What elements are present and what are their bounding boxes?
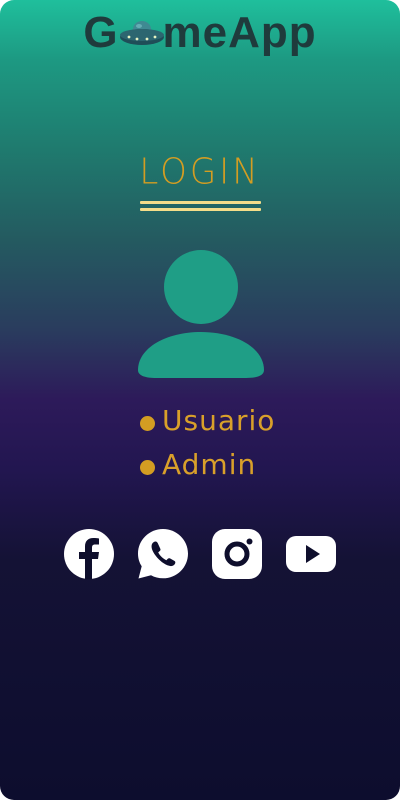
whatsapp-icon[interactable]	[137, 528, 189, 580]
brand-prefix: G	[83, 8, 119, 57]
brand-suffix: meApp	[162, 8, 317, 57]
social-links	[0, 528, 400, 580]
title-underline-bottom	[140, 208, 261, 211]
role-list: Usuario Admin	[140, 398, 275, 486]
app-logo: G meApp	[0, 8, 400, 58]
bullet-icon	[140, 459, 155, 475]
youtube-icon[interactable]	[285, 528, 337, 580]
role-label: Usuario	[162, 403, 276, 437]
role-option-admin[interactable]: Admin	[140, 442, 275, 486]
role-option-usuario[interactable]: Usuario	[140, 398, 275, 442]
role-label: Admin	[162, 447, 257, 481]
facebook-icon[interactable]	[63, 528, 115, 580]
ufo-icon	[119, 21, 164, 45]
bullet-icon	[140, 415, 155, 431]
user-avatar-icon	[138, 250, 264, 378]
title-underline-top	[140, 201, 261, 204]
login-screen: G meApp LOGIN Usuario Admin	[0, 0, 400, 800]
login-title: LOGIN	[139, 151, 261, 193]
instagram-icon[interactable]	[211, 528, 263, 580]
